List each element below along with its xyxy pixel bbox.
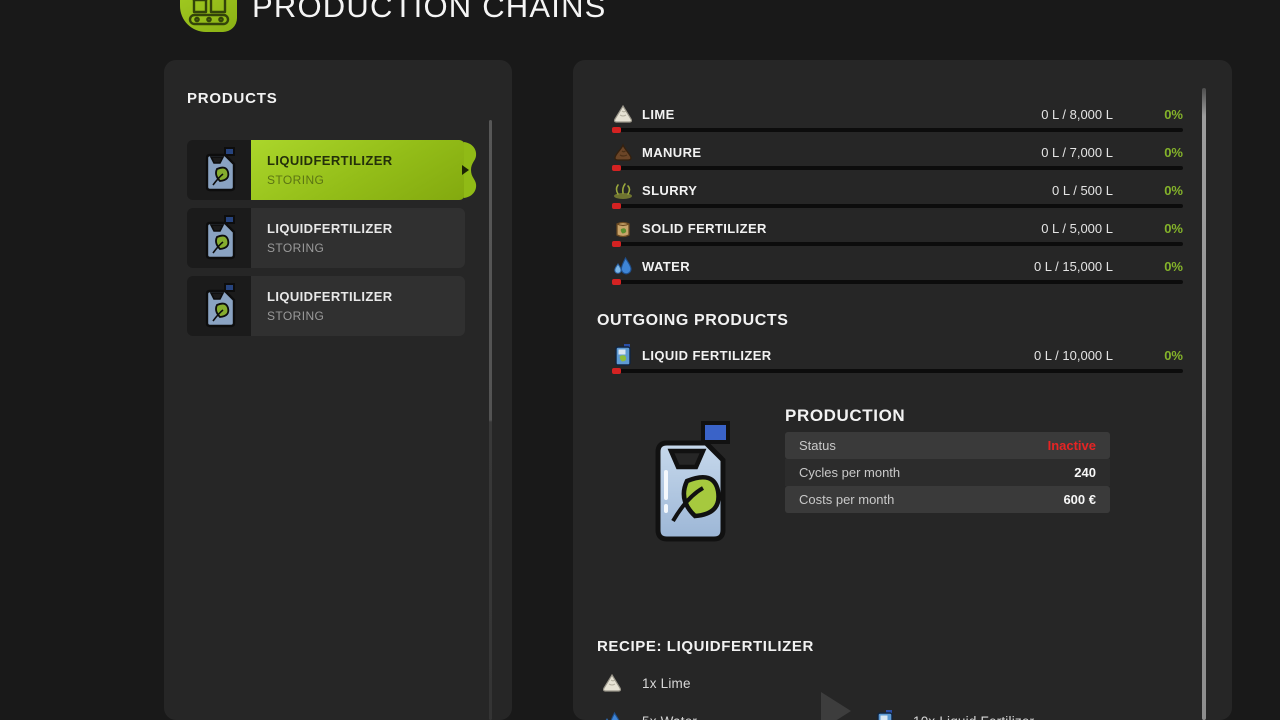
table-row: Costs per month 600 € [785,486,1110,513]
production-status-value: Inactive [1048,438,1096,453]
conveyor-belt-icon [187,0,231,28]
table-row: Cycles per month 240 [785,459,1110,486]
products-panel: PRODUCTS LIQUIDFERTILIZER STORING [164,60,512,720]
solid-fertilizer-icon [612,218,634,238]
product-list-item[interactable]: LIQUIDFERTILIZER STORING [187,208,465,268]
incoming-product-amount: 0 L / 500 L [1052,183,1113,198]
water-icon [600,711,624,720]
liquid-fertilizer-canister-icon [187,140,251,200]
fill-level-indicator [612,127,621,133]
incoming-products-list: LIME 0 L / 8,000 L 0% MANURE 0 L / 7,000 [573,100,1232,290]
outgoing-product-amount: 0 L / 10,000 L [1034,348,1113,363]
product-status: STORING [267,241,465,255]
production-chains-screen: PRODUCTION CHAINS PRODUCTS LIQUIDFERTILI… [0,0,1280,720]
incoming-product-name: LIME [642,107,675,122]
fill-level-indicator [612,368,621,374]
recipe-input-item: 5x Water [600,708,697,720]
recipe-output-item: 10x Liquid Fertilizer [873,708,1034,720]
incoming-product-name: SLURRY [642,183,697,198]
selected-item-arrow-icon [462,165,469,175]
products-panel-title: PRODUCTS [187,90,278,107]
recipe-input-item: 1x Lime [600,670,691,696]
fill-level-bar [612,166,1183,170]
costs-per-month-label: Costs per month [799,492,894,507]
incoming-product-percent: 0% [1113,107,1183,122]
table-row: Status Inactive [785,432,1110,459]
fill-level-bar [612,128,1183,132]
fill-level-bar [612,369,1183,373]
lime-icon [612,104,634,124]
liquid-fertilizer-jug-icon [873,710,897,720]
details-scrollbar[interactable] [1202,88,1206,720]
liquid-fertilizer-canister-icon [187,276,251,336]
lime-icon [600,673,624,693]
incoming-product-row: SLURRY 0 L / 500 L 0% [573,176,1232,208]
product-name: LIQUIDFERTILIZER [267,221,465,236]
recipe-input-label: 5x Water [642,714,697,720]
outgoing-product-percent: 0% [1113,348,1183,363]
production-details-panel: LIME 0 L / 8,000 L 0% MANURE 0 L / 7,000 [573,60,1232,720]
cycles-per-month-value: 240 [1074,465,1096,480]
liquid-fertilizer-jug-icon [612,344,634,366]
incoming-product-name: MANURE [642,145,701,160]
product-list-item[interactable]: LIQUIDFERTILIZER STORING [187,140,465,200]
product-name: LIQUIDFERTILIZER [267,289,465,304]
recipe-input-label: 1x Lime [642,676,691,691]
incoming-product-row: LIME 0 L / 8,000 L 0% [573,100,1232,132]
production-section-title: PRODUCTION [785,406,905,426]
fill-level-indicator [612,279,621,285]
incoming-product-percent: 0% [1113,259,1183,274]
incoming-product-amount: 0 L / 8,000 L [1041,107,1113,122]
product-status: STORING [267,173,465,187]
production-status-label: Status [799,438,836,453]
cycles-per-month-label: Cycles per month [799,465,900,480]
fill-level-bar [612,242,1183,246]
incoming-product-percent: 0% [1113,145,1183,160]
liquid-fertilizer-product-image [640,416,742,553]
recipe-output-label: 10x Liquid Fertilizer [913,714,1034,720]
product-list: LIQUIDFERTILIZER STORING [187,140,465,344]
page-title: PRODUCTION CHAINS [252,0,607,25]
incoming-product-row: MANURE 0 L / 7,000 L 0% [573,138,1232,170]
recipe-title: RECIPE: LIQUIDFERTILIZER [597,638,814,655]
incoming-product-percent: 0% [1113,221,1183,236]
fill-level-indicator [612,241,621,247]
outgoing-products-title: OUTGOING PRODUCTS [597,312,789,330]
product-list-item[interactable]: LIQUIDFERTILIZER STORING [187,276,465,336]
incoming-product-percent: 0% [1113,183,1183,198]
water-icon [612,256,634,276]
slurry-icon [612,180,634,200]
liquid-fertilizer-canister-icon [187,208,251,268]
incoming-product-amount: 0 L / 7,000 L [1041,145,1113,160]
product-item-content: LIQUIDFERTILIZER STORING [251,276,465,336]
outgoing-products-list: LIQUID FERTILIZER 0 L / 10,000 L 0% [573,341,1232,379]
fill-level-indicator [612,203,621,209]
outgoing-product-row: LIQUID FERTILIZER 0 L / 10,000 L 0% [573,341,1232,373]
production-info-table: Status Inactive Cycles per month 240 Cos… [785,432,1110,513]
fill-level-indicator [612,165,621,171]
fill-level-bar [612,280,1183,284]
incoming-product-name: WATER [642,259,690,274]
product-name: LIQUIDFERTILIZER [267,153,465,168]
fill-level-bar [612,204,1183,208]
costs-per-month-value: 600 € [1063,492,1096,507]
outgoing-product-name: LIQUID FERTILIZER [642,348,772,363]
product-status: STORING [267,309,465,323]
incoming-product-amount: 0 L / 15,000 L [1034,259,1113,274]
production-chains-icon [180,0,237,32]
product-item-content: LIQUIDFERTILIZER STORING [251,140,465,200]
product-item-content: LIQUIDFERTILIZER STORING [251,208,465,268]
incoming-product-row: SOLID FERTILIZER 0 L / 5,000 L 0% [573,214,1232,246]
manure-icon [612,142,634,162]
recipe-arrow-icon [821,692,851,720]
products-scrollbar[interactable] [489,120,492,720]
incoming-product-amount: 0 L / 5,000 L [1041,221,1113,236]
incoming-product-row: WATER 0 L / 15,000 L 0% [573,252,1232,284]
incoming-product-name: SOLID FERTILIZER [642,221,767,236]
